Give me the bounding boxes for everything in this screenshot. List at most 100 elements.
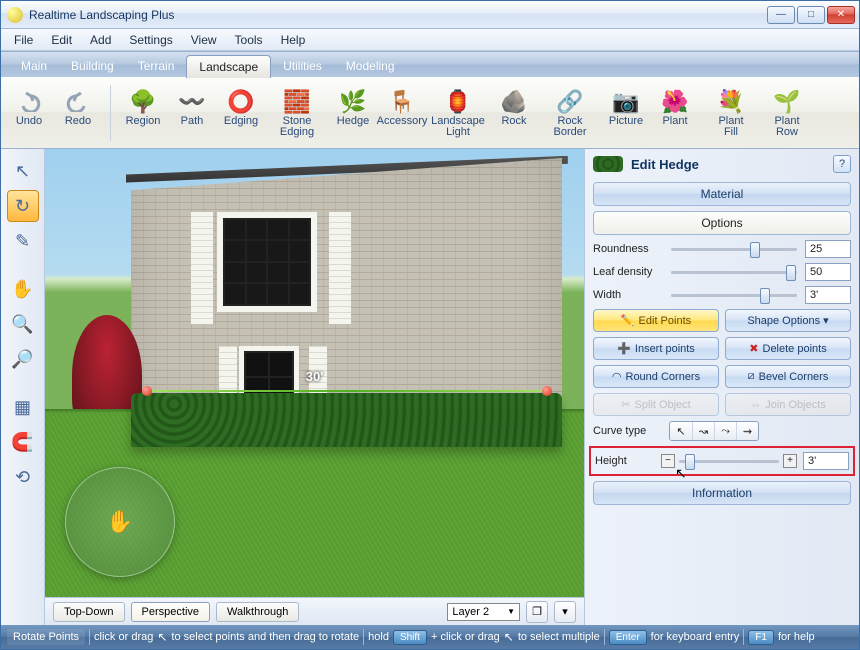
round-corners-button[interactable]: ◠Round Corners bbox=[593, 365, 719, 388]
minimize-button[interactable]: — bbox=[767, 6, 795, 24]
ribbon-plant[interactable]: 🌺Plant bbox=[653, 88, 697, 138]
mode-walkthrough[interactable]: Walkthrough bbox=[216, 602, 299, 622]
help-button[interactable]: ? bbox=[833, 155, 851, 173]
ribbon-edging[interactable]: ⭕Edging bbox=[219, 88, 263, 138]
curve-type-1[interactable]: ↖ bbox=[670, 422, 692, 440]
picture-icon: 📷 bbox=[612, 88, 640, 116]
pencil-icon: ✏️ bbox=[621, 314, 635, 327]
menu-add[interactable]: Add bbox=[81, 30, 120, 50]
scene-3d[interactable]: 30' bbox=[45, 149, 584, 597]
scene-shutter bbox=[191, 212, 213, 324]
landscape-light-icon: 🏮 bbox=[444, 88, 472, 116]
tab-utilities[interactable]: Utilities bbox=[271, 55, 334, 77]
scene-hedge[interactable] bbox=[131, 393, 562, 447]
split-object-button: ✂Split Object bbox=[593, 393, 719, 416]
menu-edit[interactable]: Edit bbox=[42, 30, 81, 50]
plus-icon: ➕ bbox=[617, 342, 631, 355]
redo-icon bbox=[64, 88, 92, 116]
region-icon: 🌳 bbox=[129, 88, 157, 116]
measure-handle-right[interactable] bbox=[542, 386, 552, 396]
tab-building[interactable]: Building bbox=[59, 55, 126, 77]
close-button[interactable]: ✕ bbox=[827, 6, 855, 24]
width-label: Width bbox=[593, 289, 663, 301]
shape-options-button[interactable]: Shape Options ▾ bbox=[725, 309, 851, 332]
app-title: Realtime Landscaping Plus bbox=[29, 8, 767, 22]
measure-handle-left[interactable] bbox=[142, 386, 152, 396]
menubar: File Edit Add Settings View Tools Help bbox=[1, 29, 859, 51]
mode-topdown[interactable]: Top-Down bbox=[53, 602, 125, 622]
ribbon-path[interactable]: 〰️Path bbox=[170, 88, 214, 138]
roundness-slider[interactable] bbox=[669, 241, 799, 257]
width-slider[interactable] bbox=[669, 287, 799, 303]
orbit-tool[interactable]: ⟲ bbox=[7, 461, 39, 493]
status-mode: Rotate Points bbox=[7, 629, 85, 645]
tabbar: Main Building Terrain Landscape Utilitie… bbox=[1, 51, 859, 77]
ribbon-stone-edging[interactable]: 🧱Stone Edging bbox=[268, 88, 326, 138]
edit-tool[interactable]: ✎ bbox=[7, 225, 39, 257]
height-value[interactable]: 3' bbox=[803, 452, 849, 470]
tab-main[interactable]: Main bbox=[9, 55, 59, 77]
menu-view[interactable]: View bbox=[182, 30, 226, 50]
curve-type-3[interactable]: ⤳ bbox=[714, 422, 736, 440]
height-increment[interactable]: + bbox=[783, 454, 797, 468]
layer-dropdown-button[interactable]: ▾ bbox=[554, 601, 576, 623]
grid-tool[interactable]: ▦ bbox=[7, 391, 39, 423]
layer-select[interactable]: Layer 2▼ bbox=[447, 603, 520, 621]
enter-key-badge: Enter bbox=[609, 630, 647, 645]
rotate-tool[interactable]: ↻ bbox=[7, 190, 39, 222]
height-decrement[interactable]: − bbox=[661, 454, 675, 468]
ribbon-hedge[interactable]: 🌿Hedge bbox=[331, 88, 375, 138]
section-information[interactable]: Information bbox=[593, 481, 851, 505]
properties-panel: Edit Hedge ? Material Options Roundness … bbox=[584, 149, 859, 625]
height-slider[interactable]: ↖ bbox=[677, 453, 781, 469]
select-tool[interactable]: ↖ bbox=[7, 155, 39, 187]
measure-line[interactable] bbox=[142, 384, 552, 398]
menu-settings[interactable]: Settings bbox=[120, 30, 181, 50]
ribbon-separator bbox=[110, 85, 111, 141]
bevel-corners-button[interactable]: ⧄Bevel Corners bbox=[725, 365, 851, 388]
panel-title: Edit Hedge bbox=[631, 157, 699, 172]
redo-button[interactable]: Redo bbox=[56, 88, 100, 138]
menu-file[interactable]: File bbox=[5, 30, 42, 50]
zoom-in-tool[interactable]: 🔍 bbox=[7, 308, 39, 340]
ribbon-plant-row[interactable]: 🌱Plant Row bbox=[765, 88, 809, 138]
tab-modeling[interactable]: Modeling bbox=[334, 55, 407, 77]
ribbon-rock[interactable]: 🪨Rock bbox=[492, 88, 536, 138]
view-bar: Top-Down Perspective Walkthrough Layer 2… bbox=[45, 597, 584, 625]
ribbon-accessory[interactable]: 🪑Accessory bbox=[380, 88, 424, 138]
edging-icon: ⭕ bbox=[227, 88, 255, 116]
curve-type-4[interactable]: ⇝ bbox=[736, 422, 758, 440]
undo-button[interactable]: Undo bbox=[7, 88, 51, 138]
insert-points-button[interactable]: ➕Insert points bbox=[593, 337, 719, 360]
pan-tool[interactable]: ✋ bbox=[7, 273, 39, 305]
nav-disc[interactable] bbox=[65, 467, 175, 577]
width-value[interactable]: 3' bbox=[805, 286, 851, 304]
tab-landscape[interactable]: Landscape bbox=[186, 55, 271, 78]
maximize-button[interactable]: □ bbox=[797, 6, 825, 24]
accessory-icon: 🪑 bbox=[388, 88, 416, 116]
tab-terrain[interactable]: Terrain bbox=[126, 55, 187, 77]
ribbon-region[interactable]: 🌳Region bbox=[121, 88, 165, 138]
cursor-icon: ↖ bbox=[157, 630, 167, 644]
section-options[interactable]: Options bbox=[593, 211, 851, 235]
viewport: 30' Top-Down Perspective Walkthrough Lay… bbox=[45, 149, 584, 625]
menu-help[interactable]: Help bbox=[272, 30, 315, 50]
ribbon-picture[interactable]: 📷Picture bbox=[604, 88, 648, 138]
roundness-value[interactable]: 25 bbox=[805, 240, 851, 258]
ribbon-landscape-light[interactable]: 🏮Landscape Light bbox=[429, 88, 487, 138]
leafdensity-value[interactable]: 50 bbox=[805, 263, 851, 281]
ribbon-rock-border[interactable]: 🔗Rock Border bbox=[541, 88, 599, 138]
section-material[interactable]: Material bbox=[593, 182, 851, 206]
curve-type-2[interactable]: ↝ bbox=[692, 422, 714, 440]
delete-points-button[interactable]: ✖Delete points bbox=[725, 337, 851, 360]
zoom-out-tool[interactable]: 🔎 bbox=[7, 343, 39, 375]
snap-tool[interactable]: 🧲 bbox=[7, 426, 39, 458]
layers-button[interactable]: ❐ bbox=[526, 601, 548, 623]
menu-tools[interactable]: Tools bbox=[226, 30, 272, 50]
stone-edging-icon: 🧱 bbox=[283, 88, 311, 116]
edit-points-button[interactable]: ✏️Edit Points bbox=[593, 309, 719, 332]
hedge-icon bbox=[593, 156, 623, 172]
ribbon-plant-fill[interactable]: 💐Plant Fill bbox=[702, 88, 760, 138]
mode-perspective[interactable]: Perspective bbox=[131, 602, 210, 622]
leafdensity-slider[interactable] bbox=[669, 264, 799, 280]
